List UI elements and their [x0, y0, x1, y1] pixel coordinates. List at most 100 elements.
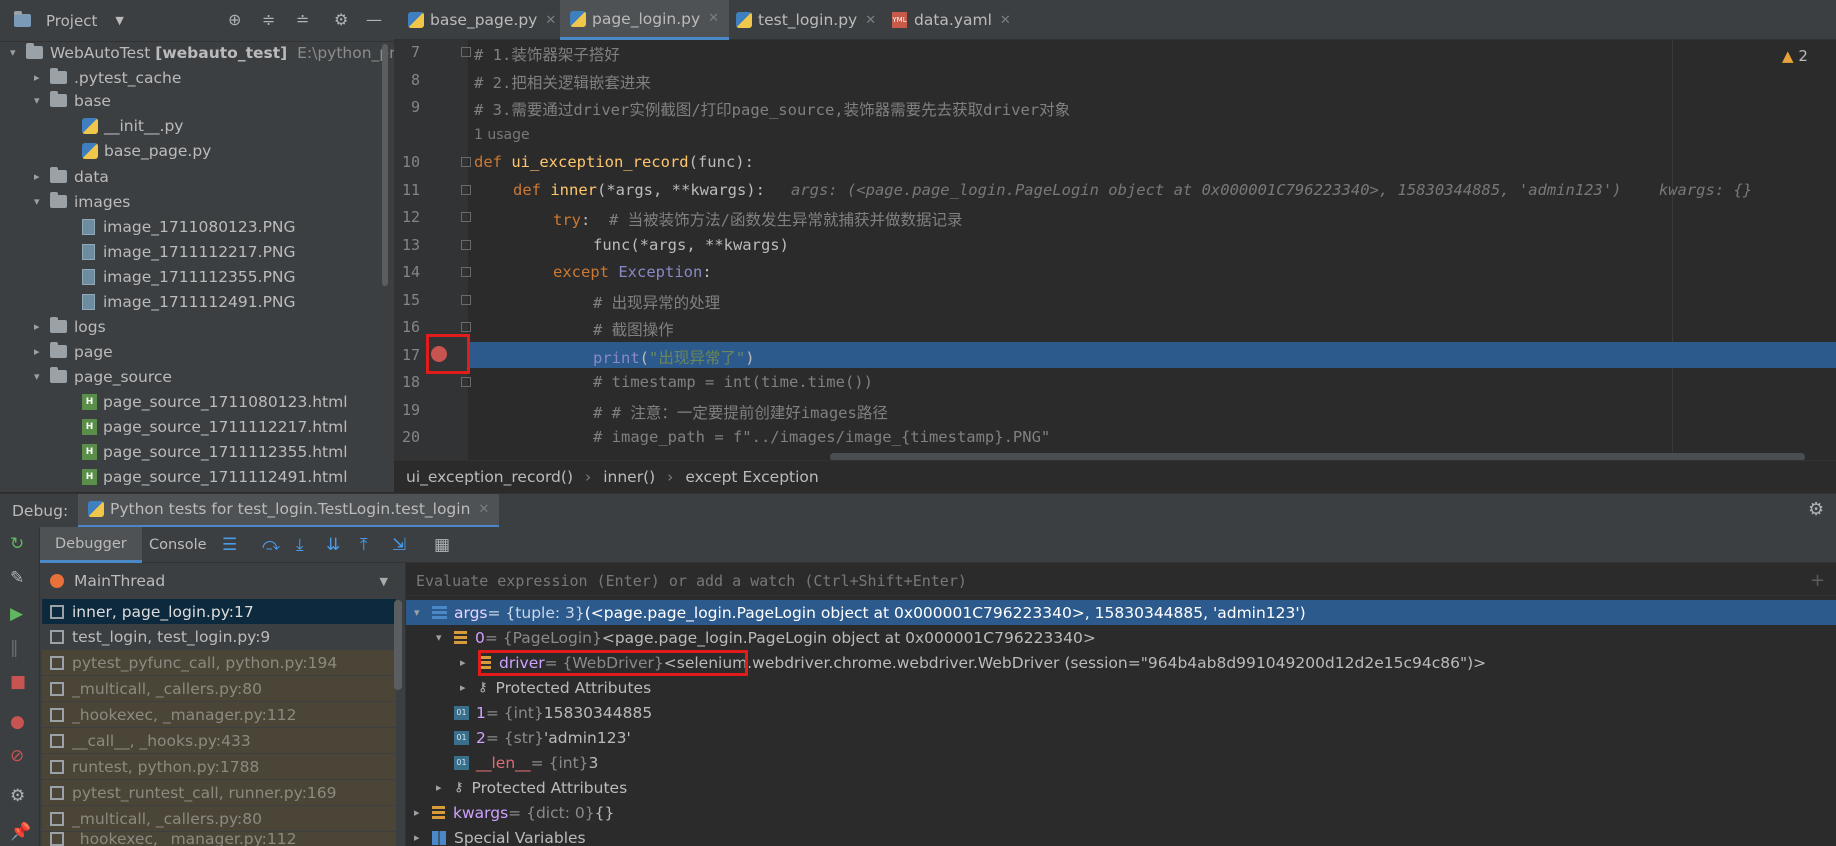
project-scrollbar[interactable] [382, 44, 388, 286]
fold-marker-icon[interactable] [461, 240, 471, 250]
chevron-down-icon[interactable]: ▾ [34, 370, 50, 383]
step-into-icon[interactable]: ⤓ [296, 535, 304, 555]
variable-row-item0[interactable]: ▾ 0 = {PageLogin} <page.page_login.PageL… [436, 625, 1096, 650]
thread-selector[interactable]: MainThread ▼ [40, 566, 396, 596]
warnings-indicator[interactable]: ▲ 2 [1782, 47, 1808, 65]
chevron-right-icon[interactable]: ▸ [460, 656, 478, 669]
tree-row-html-4[interactable]: Hpage_source_1711112491.html [82, 464, 348, 489]
run-to-cursor-icon[interactable]: ⇲ [392, 535, 406, 555]
tree-row-html-3[interactable]: Hpage_source_1711112355.html [82, 439, 348, 464]
chevron-down-icon[interactable]: ▾ [34, 195, 50, 208]
view-breakpoints-icon[interactable]: ● [10, 712, 25, 732]
wrench-icon[interactable]: ✎ [10, 568, 24, 588]
stack-frame[interactable]: __call__, _hooks.py:433 [42, 728, 396, 753]
variable-row-item1[interactable]: 01 1 = {int} 15830344885 [454, 700, 652, 725]
variable-row-kwargs[interactable]: ▸ kwargs = {dict: 0} {} [414, 800, 614, 825]
step-into-my-code-icon[interactable]: ⇊ [326, 535, 340, 555]
settings-icon[interactable]: ⚙ [10, 786, 25, 806]
chevron-right-icon[interactable]: ▸ [34, 170, 50, 183]
stack-frame[interactable]: test_login, test_login.py:9 [42, 624, 396, 649]
tree-row-page-source[interactable]: ▾ page_source [34, 364, 172, 389]
chevron-down-icon[interactable]: ▾ [436, 631, 454, 644]
chevron-right-icon[interactable]: ▸ [414, 831, 432, 844]
show-execution-point-icon[interactable]: ☰ [222, 535, 237, 555]
fold-marker-icon[interactable] [461, 267, 471, 277]
tree-row-root[interactable]: ▾ WebAutoTest [webauto_test] E:\python_p… [10, 40, 409, 65]
project-title[interactable]: Project [46, 12, 97, 30]
tab-console[interactable]: Console [134, 527, 222, 563]
gear-icon[interactable]: ⚙ [1808, 499, 1824, 520]
tree-row-data[interactable]: ▸ data [34, 164, 109, 189]
tab-debugger[interactable]: Debugger [40, 527, 142, 563]
add-watch-icon[interactable]: + [1810, 570, 1825, 591]
chevron-down-icon[interactable]: ▼ [115, 14, 123, 27]
tree-row-pytest-cache[interactable]: ▸ .pytest_cache [34, 65, 181, 90]
stack-frame[interactable]: _hookexec, _manager.py:112 [42, 702, 396, 727]
minimize-icon[interactable]: — [366, 10, 382, 29]
variable-row-protected-inner[interactable]: ▸ ⚷ Protected Attributes [460, 675, 651, 700]
variable-row-protected-outer[interactable]: ▸ ⚷ Protected Attributes [436, 775, 627, 800]
chevron-right-icon[interactable]: ▸ [34, 71, 50, 84]
tree-row-logs[interactable]: ▸ logs [34, 314, 106, 339]
tree-row-image-4[interactable]: image_1711112491.PNG [82, 289, 296, 314]
tree-row-init-py[interactable]: __init__.py [82, 113, 183, 138]
stop-icon[interactable]: ■ [10, 672, 26, 692]
resume-icon[interactable]: ▶ [10, 604, 23, 624]
step-over-icon[interactable]: ⤼ [262, 535, 280, 555]
stack-frame[interactable]: _multicall, _callers.py:80 [42, 806, 396, 831]
chevron-right-icon[interactable]: ▸ [34, 320, 50, 333]
pin-icon[interactable]: 📌 [10, 822, 31, 842]
chevron-right-icon[interactable]: ▸ [414, 806, 432, 819]
chevron-down-icon[interactable]: ▾ [414, 606, 432, 619]
tree-row-base-page-py[interactable]: base_page.py [82, 138, 211, 163]
tree-row-image-3[interactable]: image_1711112355.PNG [82, 264, 296, 289]
debug-session-tab[interactable]: Python tests for test_login.TestLogin.te… [78, 493, 500, 528]
stack-frame[interactable]: runtest, python.py:1788 [42, 754, 396, 779]
fold-marker-icon[interactable] [461, 212, 471, 222]
usage-hint[interactable]: 1 usage [474, 127, 530, 143]
tree-row-html-1[interactable]: Hpage_source_1711080123.html [82, 389, 348, 414]
tree-row-page[interactable]: ▸ page [34, 339, 113, 364]
breadcrumb-item[interactable]: except Exception [685, 468, 818, 486]
tab-test-login[interactable]: test_login.py ✕ [726, 0, 886, 40]
breadcrumb-item[interactable]: ui_exception_record() [406, 468, 573, 486]
close-icon[interactable]: ✕ [708, 11, 719, 26]
collapse-all-icon[interactable]: ≐ [296, 10, 309, 29]
mute-breakpoints-icon[interactable]: ⊘ [10, 746, 24, 766]
tab-page-login[interactable]: page_login.py ✕ [560, 0, 730, 40]
tab-base-page[interactable]: base_page.py ✕ [398, 0, 566, 40]
fold-marker-icon[interactable] [461, 295, 471, 305]
fold-marker-icon[interactable] [461, 157, 471, 167]
variable-row-item2[interactable]: 01 2 = {str} 'admin123' [454, 725, 631, 750]
step-out-icon[interactable]: ⤒ [360, 535, 368, 555]
variable-row-len[interactable]: 01 __len__ = {int} 3 [454, 750, 598, 775]
expand-all-icon[interactable]: ≑ [262, 10, 275, 29]
chevron-right-icon[interactable]: ▸ [436, 781, 454, 794]
fold-marker-icon[interactable] [461, 377, 471, 387]
close-icon[interactable]: ✕ [865, 13, 876, 28]
evaluate-expression-icon[interactable]: ▦ [434, 535, 450, 555]
stack-frame[interactable]: _hookexec, _manager.py:112 [42, 832, 396, 846]
variable-row-special[interactable]: ▸ Special Variables [414, 825, 586, 846]
stack-frame[interactable]: _multicall, _callers.py:80 [42, 676, 396, 701]
fold-marker-icon[interactable] [461, 185, 471, 195]
chevron-right-icon[interactable]: ▸ [460, 681, 478, 694]
rerun-icon[interactable]: ↻ [10, 534, 24, 554]
frames-scrollbar[interactable] [394, 600, 402, 690]
gear-icon[interactable]: ⚙ [334, 10, 348, 29]
close-icon[interactable]: ✕ [478, 502, 489, 517]
tree-row-images[interactable]: ▾ images [34, 189, 130, 214]
chevron-down-icon[interactable]: ▼ [380, 575, 388, 588]
stack-frame[interactable]: inner, page_login.py:17 [42, 599, 396, 624]
chevron-right-icon[interactable]: ▸ [34, 345, 50, 358]
variable-row-args[interactable]: ▾ args = {tuple: 3} (<page.page_login.Pa… [414, 600, 1306, 625]
breadcrumb-item[interactable]: inner() [603, 468, 655, 486]
chevron-down-icon[interactable]: ▾ [34, 94, 50, 107]
close-icon[interactable]: ✕ [1000, 13, 1011, 28]
fold-marker-icon[interactable] [461, 47, 471, 57]
pause-icon[interactable]: ‖ [10, 638, 19, 658]
stack-frame[interactable]: pytest_runtest_call, runner.py:169 [42, 780, 396, 805]
tree-row-image-1[interactable]: image_1711080123.PNG [82, 214, 296, 239]
tab-data-yaml[interactable]: YML data.yaml ✕ [882, 0, 1021, 40]
evaluate-expression-input[interactable]: Evaluate expression (Enter) or add a wat… [406, 566, 1836, 596]
